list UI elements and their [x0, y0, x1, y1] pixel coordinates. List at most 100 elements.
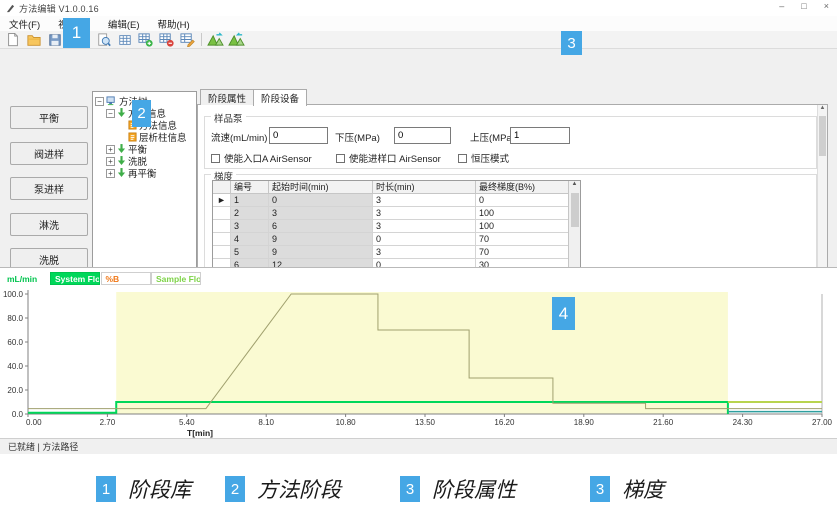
table-icon[interactable] [114, 31, 135, 48]
row-marker-header [213, 181, 231, 194]
table-cell[interactable]: 0 [269, 194, 373, 207]
new-document-icon[interactable] [2, 31, 23, 48]
table-cell[interactable]: 100 [476, 220, 569, 233]
y-tick-label: 80.0 [7, 314, 23, 323]
checkbox[interactable]: 恒压模式 [458, 151, 509, 165]
table-cell[interactable]: 1 [231, 194, 269, 207]
y-tick-label: 100.0 [3, 290, 24, 299]
field-input[interactable] [510, 127, 570, 144]
table-cell[interactable]: 0 [476, 194, 569, 207]
table-cell[interactable]: 70 [476, 246, 569, 259]
table-row[interactable]: ►1030 [213, 194, 580, 207]
minimize-button[interactable]: – [779, 1, 784, 11]
tree-expander-icon[interactable]: + [106, 145, 115, 154]
column-header: 最终梯度(B%) [476, 181, 569, 194]
table-cell[interactable]: 6 [269, 220, 373, 233]
tree-expander-icon[interactable]: − [95, 97, 104, 106]
table-row[interactable]: 49070 [213, 233, 580, 246]
table-cell[interactable]: 100 [476, 207, 569, 220]
table-cell[interactable]: 3 [231, 220, 269, 233]
column-header: 编号 [231, 181, 269, 194]
maximize-button[interactable]: □ [801, 1, 806, 11]
sample-pump-group: 样品泵 流速(mL/min)下压(MPa)上压(MPa)使能入口A AirSen… [204, 116, 817, 169]
table-cell[interactable]: 3 [373, 220, 476, 233]
table-cell[interactable]: 2 [231, 207, 269, 220]
field-label: 下压(MPa) [335, 130, 380, 144]
table-cell[interactable]: 3 [373, 194, 476, 207]
checkbox[interactable]: 使能进样口 AirSensor [336, 151, 441, 165]
menu-item[interactable]: 编辑(E) [99, 17, 149, 31]
app-icon [6, 4, 15, 13]
annotation-label: 梯度 [622, 474, 664, 504]
tree-spacer [117, 121, 126, 130]
gradient-chart-panel: mL/min System Flow%BSample Flow 0.020.04… [0, 267, 837, 438]
tab-strip: 阶段属性阶段设备 [200, 89, 306, 106]
stage-button[interactable]: 阀进样 [10, 142, 88, 165]
table-cell[interactable]: 3 [373, 207, 476, 220]
scrollbar-thumb[interactable] [571, 193, 579, 227]
checkbox-box [458, 154, 467, 163]
title-bar: 方法编辑 V1.0.0.16 –□× [0, 0, 837, 16]
table-cell[interactable]: 0 [373, 233, 476, 246]
stage-button[interactable]: 平衡 [10, 106, 88, 129]
menu-item[interactable]: 文件(F) [0, 17, 49, 31]
table-cell[interactable]: 4 [231, 233, 269, 246]
table-cell[interactable]: 3 [269, 207, 373, 220]
x-tick-label: 5.40 [179, 418, 195, 427]
stage-button[interactable]: 淋洗 [10, 213, 88, 236]
field-input[interactable] [269, 127, 328, 144]
add-table-row-icon[interactable] [135, 31, 156, 48]
status-text: 已就绪 | 方法路径 [8, 440, 78, 453]
table-cell[interactable]: 5 [231, 246, 269, 259]
stage-arrow-icon [117, 108, 126, 118]
checkbox[interactable]: 使能入口A AirSensor [211, 151, 312, 165]
y-tick-label: 20.0 [7, 386, 23, 395]
annotation-label: 方法阶段 [257, 474, 341, 504]
table-cell[interactable]: 9 [269, 233, 373, 246]
row-marker-cell [213, 246, 231, 259]
tree-expander-icon[interactable]: + [106, 169, 115, 178]
scrollbar-thumb[interactable] [819, 116, 826, 156]
tree-expander-icon[interactable]: + [106, 157, 115, 166]
edit-table-icon[interactable] [177, 31, 198, 48]
checkbox-box [336, 154, 345, 163]
print-preview-icon[interactable] [93, 31, 114, 48]
tree-spacer [117, 133, 126, 142]
open-folder-icon[interactable] [23, 31, 44, 48]
table-row[interactable]: 59370 [213, 246, 580, 259]
checkbox-label: 使能进样口 AirSensor [349, 151, 441, 165]
row-marker-cell [213, 220, 231, 233]
stage-button[interactable]: 泵进样 [10, 177, 88, 200]
chart-export-icon[interactable] [226, 31, 247, 48]
row-marker-cell [213, 233, 231, 246]
field-label: 流速(mL/min) [211, 130, 267, 144]
x-axis-title: T[min] [187, 428, 213, 438]
table-header-row: 编号起始时间(min)时长(min)最终梯度(B%) [213, 181, 580, 194]
x-tick-label: 13.50 [415, 418, 436, 427]
tab-inactive[interactable]: 阶段属性 [200, 89, 254, 105]
menu-item[interactable]: 帮助(H) [148, 17, 198, 31]
tab-active[interactable]: 阶段设备 [253, 89, 307, 106]
save-icon[interactable] [44, 31, 65, 48]
table-row[interactable]: 233100 [213, 207, 580, 220]
checkbox-box [211, 154, 220, 163]
annotation-item: 3梯度 [590, 474, 664, 504]
y-tick-label: 0.0 [12, 410, 24, 419]
table-cell[interactable]: 3 [373, 246, 476, 259]
callout-badge: 1 [63, 18, 90, 48]
stage-arrow-icon [117, 156, 126, 166]
field-label: 上压(MPa) [470, 130, 515, 144]
table-cell[interactable]: 70 [476, 233, 569, 246]
close-button[interactable]: × [824, 1, 829, 11]
annotation-label: 阶段库 [128, 474, 191, 504]
tree-expander-icon[interactable]: − [106, 109, 115, 118]
remove-table-row-icon[interactable] [156, 31, 177, 48]
info-page-icon [128, 132, 137, 142]
callout-badge: 2 [132, 100, 151, 127]
tree-item[interactable]: +再平衡 [93, 167, 196, 179]
table-row[interactable]: 363100 [213, 220, 580, 233]
chart-import-icon[interactable] [205, 31, 226, 48]
work-area: 平衡阀进样泵进样淋洗洗脱用户自定义 −方法树−方法信息方法信息层析柱信息+平衡+… [0, 49, 837, 267]
table-cell[interactable]: 9 [269, 246, 373, 259]
field-input[interactable] [394, 127, 451, 144]
